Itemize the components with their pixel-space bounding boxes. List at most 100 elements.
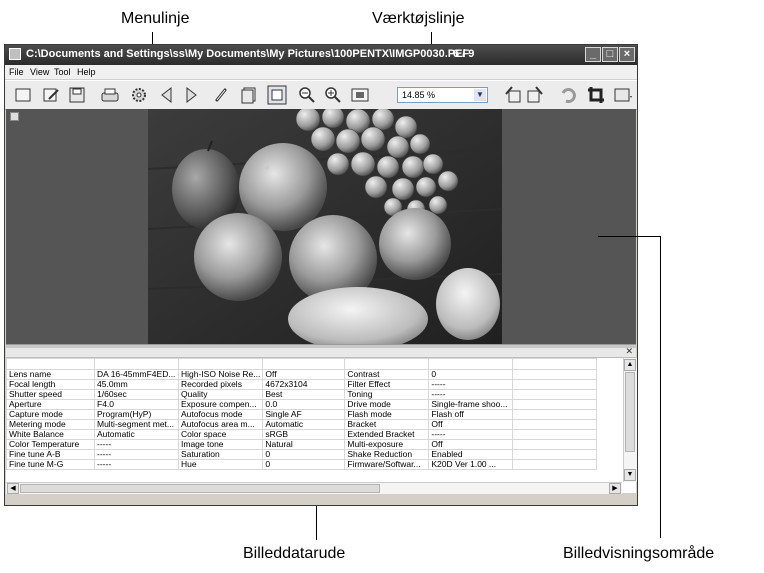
- table-cell: 0.0: [262, 399, 346, 410]
- close-button[interactable]: ×: [619, 47, 635, 62]
- table-cell: Fine tune M-G: [6, 459, 95, 470]
- table-cell: Shutter speed: [6, 389, 95, 400]
- next-icon[interactable]: [181, 85, 201, 105]
- zoom-select[interactable]: 14.85 % ▼: [397, 87, 488, 103]
- table-cell: Toning: [344, 389, 430, 400]
- horizontal-scroll-thumb[interactable]: [20, 484, 380, 493]
- table-row[interactable]: White Balance Automatic Color space sRGB Ext…: [6, 429, 598, 440]
- undo-icon[interactable]: [558, 85, 578, 105]
- table-row[interactable]: Capture mode Program(HyP) Autofocus mode Si…: [6, 409, 598, 420]
- previous-icon[interactable]: [157, 85, 177, 105]
- table-cell: -----: [428, 389, 514, 400]
- table-cell: Autofocus mode: [177, 409, 264, 420]
- print-icon[interactable]: [100, 85, 120, 105]
- table-cell: Off: [428, 439, 514, 450]
- data-pane-header: ✕: [6, 346, 636, 358]
- table-cell: 45.0mm: [94, 379, 179, 390]
- table-cell: Multi-exposure: [344, 439, 430, 450]
- table-cell: Bracket: [344, 419, 430, 430]
- table-cell: [512, 439, 598, 450]
- display-mode-icon[interactable]: [613, 85, 633, 105]
- table-cell: High-ISO Noise Re...: [177, 369, 264, 380]
- table-cell: Image tone: [177, 439, 264, 450]
- table-row[interactable]: Metering mode Multi-segment met... Autofoc…: [6, 419, 598, 430]
- application-window: C:\Documents and Settings\ss\My Document…: [4, 44, 638, 506]
- crop-icon[interactable]: [586, 85, 606, 105]
- scroll-left-icon[interactable]: ◀: [7, 483, 19, 494]
- table-cell: Flash off: [428, 409, 514, 420]
- table-cell: [512, 389, 598, 400]
- copy-icon[interactable]: [239, 85, 259, 105]
- app-icon[interactable]: [9, 48, 21, 60]
- table-cell: [512, 449, 598, 460]
- rotate-left-icon[interactable]: [503, 85, 523, 105]
- photo-fruit: [148, 109, 502, 344]
- title-bar[interactable]: C:\Documents and Settings\ss\My Document…: [5, 45, 637, 65]
- table-cell: Program(HyP): [94, 409, 179, 420]
- chevron-down-icon[interactable]: ▼: [474, 89, 486, 101]
- horizontal-scrollbar[interactable]: ◀ ▶: [6, 482, 622, 494]
- table-cell: Automatic: [94, 429, 179, 440]
- scroll-right-icon[interactable]: ▶: [609, 483, 621, 494]
- menu-help[interactable]: Help: [77, 67, 96, 77]
- table-cell: 1/60sec: [94, 389, 179, 400]
- table-header-cell: [512, 358, 598, 370]
- menu-file[interactable]: File: [9, 67, 24, 77]
- table-row[interactable]: Aperture F4.0 Exposure compen... 0.0 Drive m…: [6, 399, 598, 410]
- rotate-right-icon[interactable]: [525, 85, 545, 105]
- table-cell: Flash mode: [344, 409, 430, 420]
- table-cell: Color Temperature: [6, 439, 95, 450]
- table-cell: [512, 399, 598, 410]
- table-cell: [512, 429, 598, 440]
- maximize-button[interactable]: □: [602, 47, 618, 62]
- table-row[interactable]: Lens name DA 16-45mmF4ED... High-ISO Noise…: [6, 369, 598, 380]
- scroll-up-icon[interactable]: ▲: [624, 359, 636, 371]
- callout-line-view-area-h: [598, 236, 661, 237]
- table-cell: 4672x3104: [262, 379, 346, 390]
- link-icon[interactable]: [211, 85, 231, 105]
- table-row[interactable]: Fine tune A-B ----- Saturation 0 Shake Reduc…: [6, 449, 598, 460]
- new-window-icon[interactable]: [13, 85, 33, 105]
- vertical-scrollbar[interactable]: ▲ ▼: [623, 358, 637, 482]
- edit-icon[interactable]: [41, 85, 61, 105]
- minimize-button[interactable]: _: [585, 47, 601, 62]
- zoom-in-icon[interactable]: [323, 85, 343, 105]
- table-cell: [512, 459, 598, 470]
- close-icon[interactable]: ✕: [625, 346, 633, 357]
- scroll-down-icon[interactable]: ▼: [624, 469, 636, 481]
- image-view-area[interactable]: [6, 109, 636, 344]
- table-cell: -----: [94, 449, 179, 460]
- vertical-scroll-thumb[interactable]: [625, 372, 635, 452]
- menu-view[interactable]: View: [30, 67, 49, 77]
- table-cell: Off: [262, 369, 346, 380]
- table-header-cell: [428, 358, 514, 370]
- table-header-cell: [94, 358, 179, 370]
- save-icon[interactable]: [67, 85, 87, 105]
- table-cell: Metering mode: [6, 419, 95, 430]
- table-cell: [512, 369, 598, 380]
- table-row[interactable]: Color Temperature ----- Image tone Natural M…: [6, 439, 598, 450]
- table-cell: Fine tune A-B: [6, 449, 95, 460]
- zoom-out-icon[interactable]: [297, 85, 317, 105]
- table-cell: Off: [428, 419, 514, 430]
- settings-icon[interactable]: [129, 85, 149, 105]
- table-cell: Saturation: [177, 449, 264, 460]
- table-cell: 0: [262, 459, 346, 470]
- table-cell: Autofocus area m...: [177, 419, 264, 430]
- table-cell: Contrast: [344, 369, 430, 380]
- table-row[interactable]: Focal length 45.0mm Recorded pixels 4672x31…: [6, 379, 598, 390]
- table-cell: Filter Effect: [344, 379, 430, 390]
- image-data-pane: ✕ Lens name DA 16-45mmF4ED... High-ISO Noi…: [6, 346, 637, 494]
- table-cell: Focal length: [6, 379, 95, 390]
- table-cell: Single AF: [262, 409, 346, 420]
- full-size-icon[interactable]: [350, 85, 370, 105]
- fit-to-window-icon[interactable]: [267, 85, 287, 105]
- toolbar: 14.85 % ▼: [5, 80, 637, 110]
- table-cell: White Balance: [6, 429, 95, 440]
- table-cell: K20D Ver 1.00 ...: [428, 459, 514, 470]
- collapse-icon[interactable]: [10, 112, 19, 121]
- table-row[interactable]: Shutter speed 1/60sec Quality Best Toning ---…: [6, 389, 598, 400]
- table-cell: sRGB: [262, 429, 346, 440]
- menu-tool[interactable]: Tool: [54, 67, 71, 77]
- table-row[interactable]: Fine tune M-G ----- Hue 0 Firmware/Softwar..…: [6, 459, 598, 470]
